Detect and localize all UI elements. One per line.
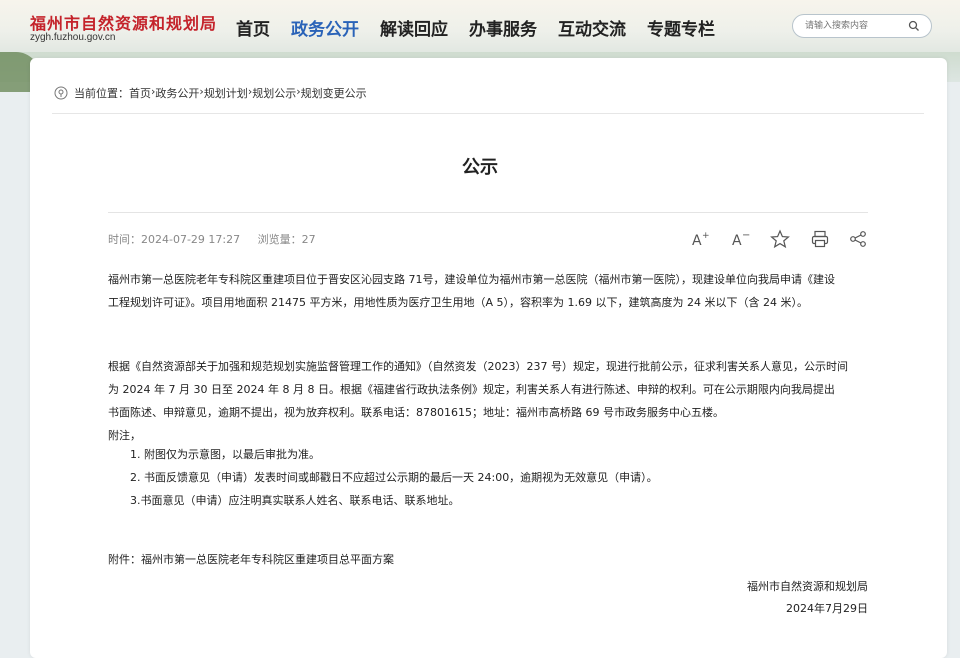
article-title: 公示: [462, 157, 498, 178]
site-logo-title[interactable]: 福州市自然资源和规划局: [30, 10, 217, 34]
paragraph-line: 工程规划许可证》。项目用地面积 21475 平方米，用地性质为医疗卫生用地（A …: [108, 296, 808, 309]
breadcrumb-item-planning-change-notice[interactable]: 规划变更公示: [301, 85, 367, 101]
paragraph-project-info: 福州市第一总医院老年专科院区重建项目位于晋安区沁园支路 71号，建设单位为福州市…: [108, 268, 868, 314]
note-item: 2. 书面反馈意见（申请）发表时间或邮戳日不应超过公示期的最后一天 24:00，…: [130, 471, 658, 484]
svg-text:+: +: [702, 231, 710, 241]
publish-time-value: 2024-07-29 17:27: [141, 233, 241, 246]
search-input[interactable]: [805, 19, 905, 33]
font-increase-icon[interactable]: A +: [690, 229, 710, 249]
breadcrumb-label: 当前位置：: [74, 87, 129, 100]
breadcrumb-divider: [52, 113, 924, 114]
signature-date: 2024年7月29日: [786, 602, 868, 615]
nav-item-government-affairs[interactable]: 政务公开: [291, 15, 359, 40]
breadcrumb-item-home[interactable]: 首页: [129, 85, 151, 101]
views-label: 浏览量：: [257, 233, 302, 246]
breadcrumb-items: 当前位置： 首页 › 政务公开 › 规划计划 › 规划公示 › 规划变更公示: [74, 85, 367, 101]
paragraph-notice-period: 根据《自然资源部关于加强和规范规划实施监督管理工作的通知》（自然资发（2023）…: [108, 355, 868, 447]
nav-item-interpretation[interactable]: 解读回应: [380, 15, 448, 40]
nav-item-services[interactable]: 办事服务: [469, 15, 537, 40]
note-item: 1. 附图仅为示意图，以最后审批为准。: [130, 448, 320, 461]
attachment-link[interactable]: 附件：福州市第一总医院老年专科院区重建项目总平面方案: [108, 551, 394, 567]
paragraph-line: 福州市第一总医院老年专科院区重建项目位于晋安区沁园支路 71号，建设单位为福州市…: [108, 273, 835, 286]
svg-text:A: A: [692, 233, 702, 249]
views-value: 27: [301, 233, 316, 246]
paragraph-line: 根据《自然资源部关于加强和规范规划实施监督管理工作的通知》（自然资发（2023）…: [108, 360, 848, 373]
note-item: 3.书面意见（申请）应注明真实联系人姓名、联系电话、联系地址。: [130, 494, 460, 507]
print-icon[interactable]: [810, 229, 830, 249]
paragraph-line: 书面陈述、申辩意见，逾期不提出，视为放弃权利。联系电话：87801615；地址：…: [108, 406, 724, 419]
search-box: [792, 14, 932, 38]
breadcrumb-item-planning-notice[interactable]: 规划公示: [252, 85, 296, 101]
signature-organization: 福州市自然资源和规划局: [747, 580, 868, 593]
site-header: 福州市自然资源和规划局 zygh.fuzhou.gov.cn 首页 政务公开 解…: [0, 0, 960, 52]
breadcrumb-item-planning-plans[interactable]: 规划计划: [204, 85, 248, 101]
search-icon[interactable]: [908, 20, 920, 32]
svg-text:−: −: [742, 230, 750, 241]
publish-time-label: 时间：: [108, 233, 141, 246]
article-meta: 时间：2024-07-29 17:27 浏览量：27: [108, 231, 326, 247]
site-domain: zygh.fuzhou.gov.cn: [30, 32, 116, 43]
notes-list: 1. 附图仅为示意图，以最后审批为准。 2. 书面反馈意见（申请）发表时间或邮戳…: [130, 443, 868, 512]
svg-text:A: A: [732, 233, 742, 249]
nav-item-home[interactable]: 首页: [236, 15, 270, 40]
breadcrumb-item-government-affairs[interactable]: 政务公开: [155, 85, 199, 101]
share-icon[interactable]: [848, 229, 868, 249]
star-icon[interactable]: [770, 229, 790, 249]
location-pin-icon: [54, 86, 68, 100]
nav-item-interaction[interactable]: 互动交流: [558, 15, 626, 40]
font-decrease-icon[interactable]: A −: [730, 229, 750, 249]
nav-item-special-topics[interactable]: 专题专栏: [647, 15, 715, 40]
title-divider: [108, 212, 868, 213]
paragraph-line: 为 2024 年 7 月 30 日至 2024 年 8 月 8 日。根据《福建省…: [108, 383, 835, 396]
